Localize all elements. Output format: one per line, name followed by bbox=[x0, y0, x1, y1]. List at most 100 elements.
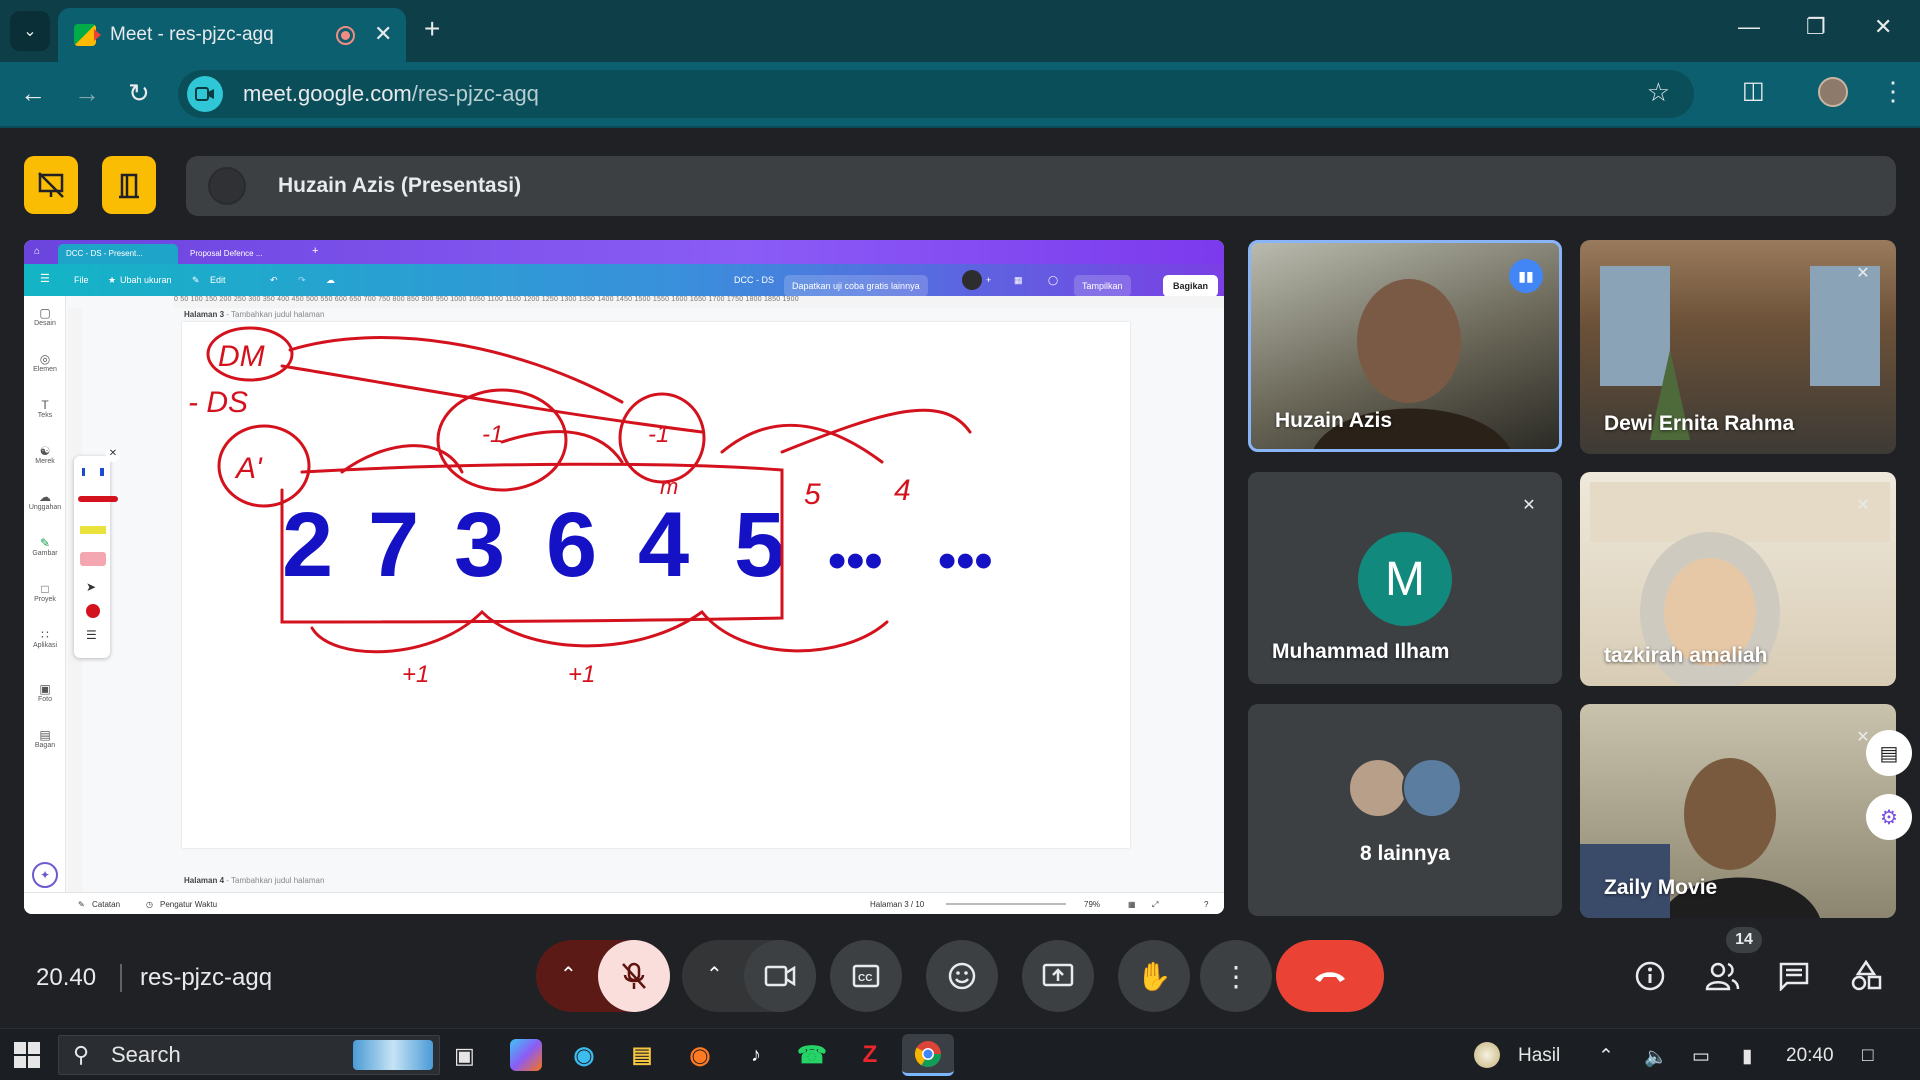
ink-text: A' bbox=[234, 452, 263, 485]
mic-toggle-button[interactable] bbox=[598, 940, 670, 1012]
tab-search-chevron-icon[interactable]: ⌄ bbox=[10, 11, 50, 51]
reading-mode-icon[interactable]: ▤ bbox=[1866, 730, 1912, 776]
slide-digit: 4 bbox=[638, 494, 689, 596]
meeting-info-button[interactable] bbox=[1630, 956, 1670, 996]
address-bar[interactable]: meet.google.com/res-pjzc-agq ☆ bbox=[178, 70, 1694, 118]
reload-icon[interactable]: ↻ bbox=[128, 78, 150, 109]
photo-icon: ▣ bbox=[39, 682, 51, 696]
zoom-slider bbox=[946, 903, 1066, 905]
ink-text: 4 bbox=[894, 474, 911, 507]
volume-icon[interactable]: 🔈 bbox=[1644, 1045, 1668, 1069]
windows-start-icon[interactable] bbox=[14, 1042, 40, 1073]
microphone-icon[interactable]: ▮ bbox=[1742, 1045, 1752, 1068]
battery-icon[interactable]: ▭ bbox=[1692, 1045, 1710, 1068]
browser-tab-strip: ⌄ Meet - res-pjzc-agq ✕ + — ❐ ✕ bbox=[0, 0, 1920, 62]
sidebar-item-projects: □ Proyek bbox=[24, 582, 66, 603]
new-tab-button[interactable]: + bbox=[424, 13, 440, 45]
more-options-button[interactable]: ⋮ bbox=[1200, 940, 1272, 1012]
notes-icon: ✎ bbox=[78, 900, 85, 909]
forward-icon[interactable]: → bbox=[74, 78, 100, 109]
participant-tile-huzain[interactable]: ▮▮ Huzain Azis bbox=[1248, 240, 1562, 452]
mic-off-icon: ✕ bbox=[1856, 265, 1870, 282]
browser-menu-icon[interactable]: ⋮ bbox=[1880, 76, 1906, 107]
people-button[interactable] bbox=[1702, 956, 1742, 996]
sidebar-label: Teks bbox=[37, 412, 53, 419]
notifications-icon[interactable]: □ bbox=[1862, 1045, 1873, 1067]
chat-button[interactable] bbox=[1774, 956, 1814, 996]
camera-options-chevron-icon[interactable]: ⌃ bbox=[706, 962, 723, 987]
present-screen-button[interactable] bbox=[1022, 940, 1094, 1012]
canva-cloud-icon: ☁ bbox=[326, 275, 335, 285]
timer-icon: ◷ bbox=[146, 900, 153, 909]
select-arrow-icon: ➤ bbox=[86, 580, 97, 594]
extensions-puzzle-icon[interactable]: ◫ bbox=[1742, 76, 1765, 105]
slide-digit: 5 bbox=[734, 494, 785, 596]
slide-ellipsis: ••• bbox=[938, 532, 993, 590]
restore-icon[interactable]: ❐ bbox=[1806, 14, 1826, 40]
mic-options-chevron-icon[interactable]: ⌃ bbox=[560, 962, 577, 987]
url-path: /res-pjzc-agq bbox=[411, 81, 539, 106]
tab-title: Meet - res-pjzc-agq bbox=[110, 24, 274, 45]
taskbar-clock: 20:40 bbox=[1786, 1045, 1834, 1066]
captions-button[interactable]: CC bbox=[830, 940, 902, 1012]
participant-tile-tazkirah[interactable]: ✕ tazkirah amaliah bbox=[1580, 472, 1896, 686]
ink-text: -1 bbox=[648, 421, 669, 448]
mic-off-icon bbox=[622, 962, 646, 989]
minimize-icon[interactable]: — bbox=[1738, 14, 1760, 40]
tiktok-icon[interactable]: ♪ bbox=[740, 1039, 772, 1071]
stop-presenting-button[interactable] bbox=[24, 156, 78, 214]
participant-tile-dewi[interactable]: ✕ Dewi Ernita Rahma bbox=[1580, 240, 1896, 454]
file-explorer-icon[interactable]: ▤ bbox=[626, 1039, 658, 1071]
ink-text: +1 bbox=[568, 661, 595, 688]
activities-button[interactable] bbox=[1846, 956, 1886, 996]
firefox-icon[interactable]: ◉ bbox=[684, 1039, 716, 1071]
profile-avatar[interactable] bbox=[1818, 77, 1848, 107]
ink-text: m bbox=[660, 474, 678, 499]
task-view-icon[interactable]: ▣ bbox=[454, 1043, 475, 1069]
sidebar-item-charts: ▤ Bagan bbox=[24, 728, 66, 749]
bookmark-star-icon[interactable]: ☆ bbox=[1647, 77, 1670, 108]
sidebar-label: Aplikasi bbox=[32, 642, 58, 649]
tray-chevron-icon[interactable]: ⌃ bbox=[1598, 1045, 1614, 1068]
recording-indicator-icon bbox=[336, 26, 355, 45]
taskbar-search[interactable]: ⚲ Search bbox=[58, 1035, 440, 1075]
copilot-icon[interactable] bbox=[510, 1039, 542, 1071]
sidebar-item-uploads: ☁ Unggahan bbox=[24, 490, 66, 511]
participant-tile-others[interactable]: 8 lainnya bbox=[1248, 704, 1562, 916]
search-placeholder: Search bbox=[111, 1042, 181, 1067]
canva-comment-icon: ◯ bbox=[1048, 275, 1059, 285]
close-tab-icon[interactable]: ✕ bbox=[374, 21, 392, 47]
layout-button[interactable] bbox=[102, 156, 156, 214]
slide-ellipsis: ••• bbox=[828, 532, 883, 590]
design-icon: ▢ bbox=[39, 306, 51, 320]
ai-brain-icon[interactable]: ⚙ bbox=[1866, 794, 1912, 840]
sidebar-item-text: T Teks bbox=[24, 398, 66, 419]
page-3-title: Halaman 3 bbox=[184, 310, 225, 319]
page-4-hint: - Tambahkan judul halaman bbox=[226, 876, 325, 885]
leave-call-button[interactable] bbox=[1276, 940, 1384, 1012]
ink-text: -1 bbox=[482, 421, 503, 448]
chrome-taskbar-icon[interactable] bbox=[902, 1034, 954, 1076]
participant-tile-zaily[interactable]: ✕ Zaily Movie bbox=[1580, 704, 1896, 918]
edge-icon[interactable]: ◉ bbox=[568, 1039, 600, 1071]
video-camera-icon[interactable] bbox=[187, 76, 223, 112]
close-window-icon[interactable]: ✕ bbox=[1874, 14, 1892, 40]
zotero-icon[interactable]: Z bbox=[854, 1039, 886, 1071]
presenter-banner: Huzain Azis (Presentasi) bbox=[186, 156, 1896, 216]
ink-text: - DS bbox=[188, 386, 248, 419]
help-icon: ? bbox=[1204, 900, 1209, 909]
meeting-code: res-pjzc-agq bbox=[140, 964, 273, 991]
camera-toggle-button[interactable] bbox=[744, 940, 816, 1012]
reactions-button[interactable] bbox=[926, 940, 998, 1012]
canva-edit: Edit bbox=[210, 275, 226, 285]
sidebar-item-design: ▢ Desain bbox=[24, 306, 66, 327]
back-icon[interactable]: ← bbox=[20, 78, 46, 109]
canva-present-pill: Tampilkan bbox=[1074, 275, 1131, 297]
browser-tab-meet[interactable]: Meet - res-pjzc-agq ✕ bbox=[58, 8, 406, 62]
sidebar-label: Foto bbox=[37, 696, 52, 703]
whatsapp-icon[interactable]: ☎ bbox=[796, 1039, 828, 1071]
raise-hand-button[interactable]: ✋ bbox=[1118, 940, 1190, 1012]
highlighter-tool-icon bbox=[80, 526, 106, 534]
shared-screen: ⌂ DCC - DS - Present... Proposal Defence… bbox=[24, 240, 1224, 914]
participant-tile-ilham[interactable]: ✕ M Muhammad Ilham bbox=[1248, 472, 1562, 684]
